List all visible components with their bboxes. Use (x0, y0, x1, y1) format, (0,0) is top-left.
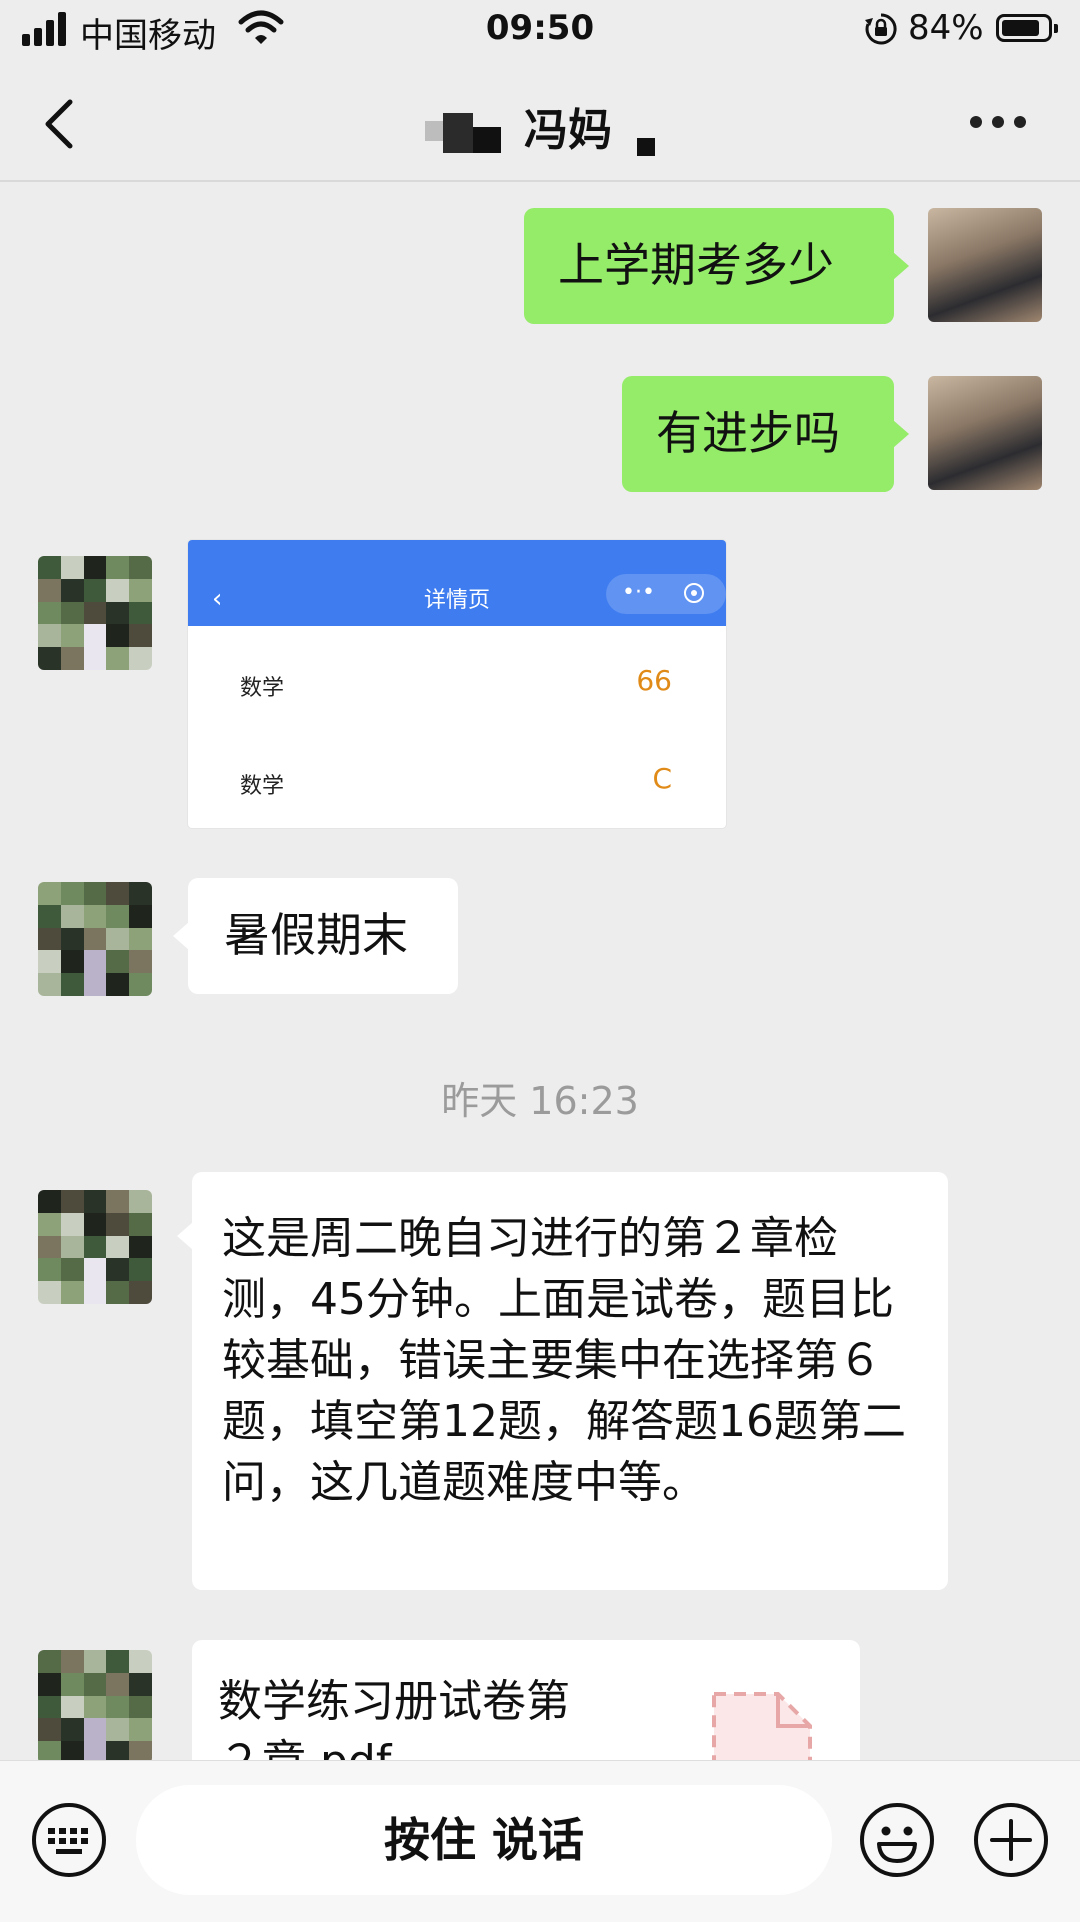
message-text: 上学期考多少 (558, 238, 834, 292)
chat-header: 冯妈 (0, 60, 1080, 180)
emoji-icon[interactable] (858, 1801, 936, 1879)
message-bubble-other[interactable]: 这是周二晚自习进行的第２章检测，45分钟。上面是试卷，题目比较基础，错误主要集中… (192, 1172, 948, 1590)
contact-avatar[interactable] (38, 1650, 152, 1764)
grade-value: C (652, 762, 672, 795)
subject-label: 数学 (240, 676, 285, 701)
more-dots-icon[interactable] (970, 116, 1030, 130)
subject-label: 数学 (240, 774, 285, 799)
bubble-tail (177, 1222, 193, 1250)
bubble-tail (893, 420, 909, 448)
screenshot-row: 数学 C (220, 750, 700, 810)
chat-title-wrap: 冯妈 (0, 94, 1080, 158)
header-divider (0, 180, 1080, 182)
message-text: 有进步吗 (656, 406, 840, 460)
score-value: 66 (636, 664, 672, 697)
message-text: 这是周二晚自习进行的第２章检测，45分钟。上面是试卷，题目比较基础，错误主要集中… (222, 1213, 906, 1508)
screenshot-header: ‹ 详情页 •·• (188, 540, 726, 626)
chat-title: 冯妈 (524, 105, 612, 156)
screenshot-more-icon: •·• (622, 580, 655, 605)
my-avatar[interactable] (928, 376, 1042, 490)
hold-to-talk-button[interactable]: 按住 说话 (136, 1785, 832, 1895)
screenshot-row: 数学 66 (220, 652, 700, 712)
battery-percent: 84% (908, 8, 984, 48)
contact-avatar[interactable] (38, 556, 152, 670)
status-bar: 中国移动 09:50 84% (0, 0, 1080, 60)
redacted-mark (637, 138, 656, 156)
input-bar: 按住 说话 (0, 1760, 1080, 1922)
message-bubble-mine[interactable]: 上学期考多少 (524, 208, 894, 324)
bubble-tail (173, 922, 189, 950)
message-text: 暑假期末 (224, 908, 408, 962)
redacted-name-block (424, 113, 501, 153)
bubble-tail (893, 252, 909, 280)
keyboard-icon[interactable] (30, 1801, 108, 1879)
screenshot-close-icon (684, 583, 704, 603)
battery-icon (996, 14, 1058, 42)
contact-avatar[interactable] (38, 1190, 152, 1304)
message-bubble-mine[interactable]: 有进步吗 (622, 376, 894, 492)
message-bubble-other[interactable]: 暑假期末 (188, 878, 458, 994)
rotation-lock-icon (865, 13, 897, 45)
image-message[interactable]: ‹ 详情页 •·• 数学 66 数学 C (188, 540, 726, 828)
contact-avatar[interactable] (38, 882, 152, 996)
my-avatar[interactable] (928, 208, 1042, 322)
plus-icon[interactable] (972, 1801, 1050, 1879)
message-timestamp: 昨天 16:23 (441, 1079, 639, 1123)
